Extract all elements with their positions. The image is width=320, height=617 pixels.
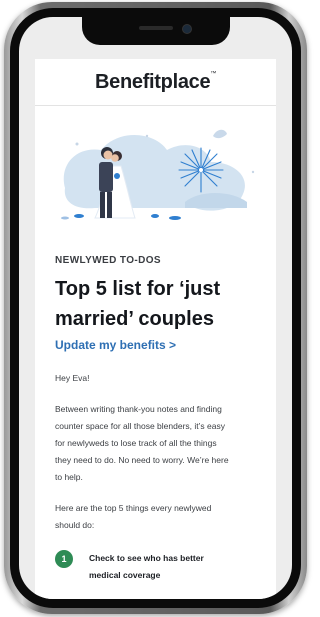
- paragraph-line: counter space for all those blenders, it…: [55, 421, 225, 431]
- update-benefits-link[interactable]: Update my benefits >: [55, 338, 176, 352]
- front-camera: [181, 24, 192, 34]
- phone-bezel: Benefitplace™ NEWLYWED TO-DOS Top 5 list…: [10, 8, 301, 608]
- list-intro-paragraph: Here are the top 5 things every newlywed…: [55, 500, 256, 534]
- brand-name: Benefitplace: [94, 70, 211, 93]
- list-item: 1 Check to see who has better medical co…: [55, 550, 256, 584]
- list-item-text: Check to see who has better medical cove…: [89, 550, 204, 584]
- paragraph-line: they need to do. No need to worry. We’re…: [55, 455, 229, 465]
- trademark-symbol: ™: [210, 70, 217, 77]
- paragraph-line: for newlyweds to lose track of all the t…: [55, 438, 217, 448]
- paragraph-line: Between writing thank-you notes and find…: [55, 404, 222, 414]
- email-body: Benefitplace™ NEWLYWED TO-DOS Top 5 list…: [35, 59, 276, 599]
- phone-frame: Benefitplace™ NEWLYWED TO-DOS Top 5 list…: [4, 2, 307, 614]
- speaker-grille: [138, 26, 173, 30]
- headline-line: married’ couples: [55, 308, 214, 330]
- email-header: Benefitplace™: [35, 59, 276, 106]
- intro-paragraph: Between writing thank-you notes and find…: [55, 401, 256, 486]
- hero-illustration: [35, 106, 276, 241]
- notch: [81, 17, 230, 45]
- brand-logo: Benefitplace™: [95, 71, 216, 94]
- wedding-couple-illustration: [61, 129, 255, 220]
- headline-line: Top 5 list for ‘just: [55, 278, 221, 300]
- email-content: NEWLYWED TO-DOS Top 5 list for ‘just mar…: [35, 255, 276, 584]
- number-badge: 1: [55, 550, 73, 568]
- headline: Top 5 list for ‘just married’ couples: [55, 274, 256, 334]
- paragraph-line: Here are the top 5 things every newlywed: [55, 503, 212, 513]
- phone-screen: Benefitplace™ NEWLYWED TO-DOS Top 5 list…: [19, 17, 292, 599]
- greeting-text: Hey Eva!: [55, 373, 90, 383]
- list-item-line: Check to see who has better: [89, 553, 204, 563]
- list-item-line: medical coverage: [89, 570, 161, 580]
- paragraph-line: to help.: [55, 472, 83, 482]
- paragraph-line: should do:: [55, 520, 95, 530]
- section-eyebrow: NEWLYWED TO-DOS: [55, 255, 162, 266]
